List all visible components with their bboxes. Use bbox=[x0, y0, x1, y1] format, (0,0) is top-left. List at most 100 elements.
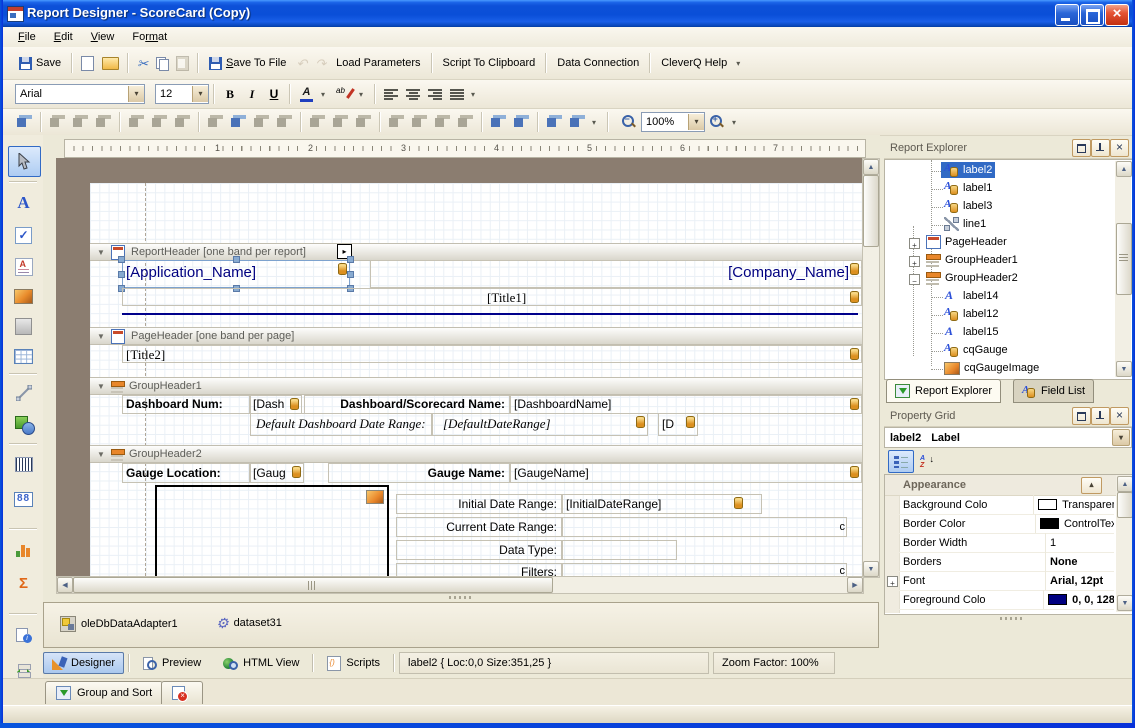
vert-spacing-remove-icon[interactable] bbox=[456, 114, 475, 130]
categorized-view-button[interactable] bbox=[888, 450, 914, 473]
collapse-triangle-icon[interactable] bbox=[97, 330, 107, 342]
label-tool[interactable]: A bbox=[8, 188, 39, 217]
digital-display-tool[interactable] bbox=[8, 485, 39, 514]
label-filters-value[interactable]: c bbox=[562, 563, 847, 576]
tree-item-cqgauge[interactable]: cqGauge bbox=[885, 342, 1132, 360]
align-justify-button[interactable] bbox=[446, 87, 468, 102]
underline-button[interactable]: U bbox=[263, 84, 285, 104]
line1-horizontal-rule[interactable] bbox=[122, 313, 858, 315]
caption-current-date-range[interactable]: Current Date Range: bbox=[396, 517, 562, 537]
smart-tag-icon[interactable] bbox=[292, 466, 301, 478]
label-gauge-location-value[interactable]: [Gaug bbox=[250, 463, 304, 483]
smart-tag-icon[interactable] bbox=[734, 497, 743, 509]
label-dashboard-num-value[interactable]: [Dash bbox=[250, 395, 302, 414]
label-title1[interactable]: [Title1] bbox=[122, 288, 862, 306]
tree-item-label12[interactable]: label12 bbox=[885, 306, 1132, 324]
panel-close-icon[interactable] bbox=[1110, 407, 1129, 425]
chevron-down-icon[interactable] bbox=[318, 88, 328, 100]
highlight-color-button[interactable] bbox=[332, 84, 370, 104]
vert-spacing-equal-icon[interactable] bbox=[387, 114, 406, 130]
property-scroll-thumb[interactable] bbox=[1117, 492, 1133, 518]
design-horizontal-scrollbar[interactable] bbox=[56, 576, 864, 594]
scroll-down-icon[interactable] bbox=[1116, 361, 1132, 377]
category-collapse-icon[interactable] bbox=[1081, 477, 1102, 494]
scroll-up-icon[interactable] bbox=[863, 159, 879, 175]
component-oledbdataadapter1[interactable]: oleDbDataAdapter1 bbox=[60, 616, 178, 632]
caption-dashboard-name[interactable]: Dashboard/Scorecard Name: bbox=[304, 395, 510, 414]
design-canvas[interactable]: ReportHeader [one band per report] [Appl… bbox=[56, 158, 862, 576]
align-lefts-icon[interactable] bbox=[48, 114, 67, 130]
bold-button[interactable]: B bbox=[219, 84, 241, 104]
center-vertically-icon[interactable] bbox=[512, 114, 531, 130]
caption-gauge-name[interactable]: Gauge Name: bbox=[328, 463, 510, 483]
tab-designer[interactable]: Designer bbox=[43, 652, 124, 674]
report-page[interactable]: ReportHeader [one band per report] [Appl… bbox=[90, 183, 862, 576]
align-center-button[interactable] bbox=[402, 87, 424, 102]
property-row-font[interactable]: Font Arial, 12pt bbox=[899, 571, 1114, 591]
scroll-down-icon[interactable] bbox=[1117, 595, 1133, 611]
copy-button[interactable] bbox=[152, 55, 172, 72]
tree-item-cqgaugeimage[interactable]: cqGaugeImage bbox=[885, 360, 1132, 378]
align-rights-icon[interactable] bbox=[94, 114, 113, 130]
menu-view[interactable]: View bbox=[82, 29, 124, 45]
tree-scrollbar[interactable] bbox=[1115, 161, 1131, 377]
vertical-scroll-thumb[interactable] bbox=[863, 175, 879, 247]
panel-pin-icon[interactable] bbox=[1091, 139, 1110, 157]
barcode-tool[interactable] bbox=[8, 450, 39, 479]
tree-expand-icon[interactable] bbox=[909, 256, 920, 267]
label-default-date-range-value[interactable]: [DefaultDateRange] bbox=[432, 413, 648, 436]
horizontal-splitter[interactable] bbox=[43, 594, 877, 600]
redo-button[interactable] bbox=[311, 55, 330, 72]
chevron-down-icon[interactable] bbox=[1112, 429, 1130, 446]
checkbox-tool[interactable] bbox=[8, 221, 39, 250]
panel-tool[interactable] bbox=[8, 312, 39, 341]
collapse-triangle-icon[interactable] bbox=[97, 246, 107, 258]
minimize-button[interactable] bbox=[1055, 4, 1079, 26]
vert-spacing-increase-icon[interactable] bbox=[410, 114, 429, 130]
font-color-button[interactable]: A bbox=[295, 84, 332, 104]
open-button[interactable] bbox=[98, 55, 123, 72]
tab-scripts-errors[interactable] bbox=[161, 681, 203, 704]
zoom-out-button[interactable]: − bbox=[617, 112, 641, 132]
align-right-button[interactable] bbox=[424, 87, 446, 102]
maximize-button[interactable] bbox=[1080, 4, 1104, 26]
load-parameters-button[interactable]: Load Parameters bbox=[330, 55, 426, 71]
undo-button[interactable] bbox=[292, 55, 311, 72]
menu-edit[interactable]: Edit bbox=[45, 29, 82, 45]
property-row-border-color[interactable]: Border Color ControlText bbox=[899, 514, 1114, 534]
scroll-up-icon[interactable] bbox=[1117, 476, 1133, 492]
menu-format[interactable]: Format bbox=[123, 29, 176, 45]
chevron-down-icon[interactable] bbox=[128, 86, 144, 102]
size-to-grid-icon[interactable] bbox=[15, 114, 34, 130]
panel-pin-icon[interactable] bbox=[1091, 407, 1110, 425]
smart-tag-icon[interactable] bbox=[686, 416, 695, 428]
label-gauge-name-value[interactable]: [GaugeName] bbox=[510, 463, 862, 483]
property-row-foreground-color[interactable]: Foreground Colo 0, 0, 128 bbox=[899, 590, 1114, 610]
panel-maximize-icon[interactable] bbox=[1072, 407, 1091, 425]
size-to-control-icon[interactable] bbox=[229, 114, 248, 130]
tree-scroll-thumb[interactable] bbox=[1116, 223, 1132, 295]
font-name-combo[interactable]: Arial bbox=[15, 84, 145, 104]
label-data-type-value[interactable] bbox=[562, 540, 677, 560]
bring-to-front-icon[interactable] bbox=[545, 114, 564, 130]
smart-tag-icon[interactable] bbox=[850, 466, 859, 478]
panel-splitter-grip[interactable] bbox=[1000, 617, 1022, 620]
collapse-triangle-icon[interactable] bbox=[97, 448, 107, 460]
smart-tag-icon[interactable] bbox=[850, 398, 859, 410]
summary-tool[interactable] bbox=[8, 569, 39, 598]
horiz-spacing-increase-icon[interactable] bbox=[331, 114, 350, 130]
tab-preview[interactable]: Preview bbox=[134, 652, 210, 674]
make-same-size-icon[interactable] bbox=[275, 114, 294, 130]
align-left-button[interactable] bbox=[380, 87, 402, 102]
toolbar-overflow-chevron-icon[interactable] bbox=[589, 116, 599, 128]
band-strip-reportheader[interactable]: ReportHeader [one band per report] bbox=[90, 243, 862, 261]
label-current-date-range-value[interactable]: c bbox=[562, 517, 847, 537]
cut-button[interactable] bbox=[133, 55, 152, 72]
font-size-combo[interactable]: 12 bbox=[155, 84, 209, 104]
tab-field-list[interactable]: Field List bbox=[1013, 379, 1094, 403]
label-dashboard-name-value[interactable]: [DashboardName] bbox=[510, 395, 862, 414]
property-grid[interactable]: Appearance Background Colo Transparent B… bbox=[884, 474, 1133, 615]
toolbar-overflow-chevron-icon[interactable] bbox=[468, 88, 478, 100]
scroll-right-icon[interactable] bbox=[847, 577, 863, 593]
caption-gauge-location[interactable]: Gauge Location: bbox=[122, 463, 250, 483]
